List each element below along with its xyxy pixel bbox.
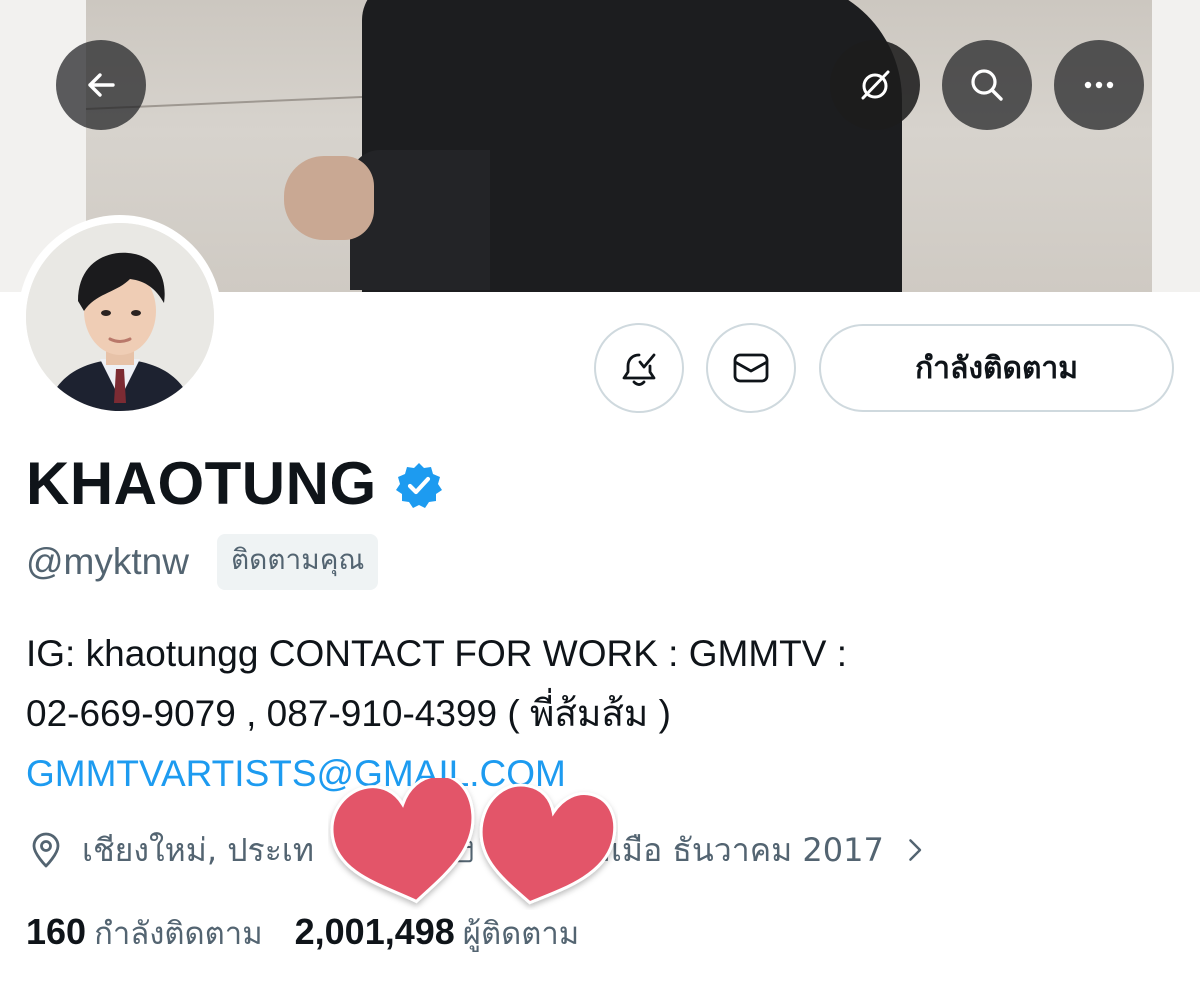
- name-row: KHAOTUNG: [26, 448, 443, 520]
- avatar-portrait: [26, 223, 214, 411]
- display-name: KHAOTUNG: [26, 450, 377, 517]
- grok-button[interactable]: [830, 40, 920, 130]
- location-text: เชียงใหม่, ประเท: [82, 830, 314, 869]
- followers-stat[interactable]: 2,001,498 ผู้ติดตาม: [295, 908, 580, 958]
- followers-count: 2,001,498: [294, 911, 455, 952]
- arrow-left-icon: [88, 73, 115, 97]
- following-count: 160: [26, 911, 87, 952]
- avatar[interactable]: [26, 223, 214, 411]
- bio-line-1: IG: khaotungg CONTACT FOR WORK : GMMTV :: [26, 633, 847, 674]
- bio-line-2: 02-669-9079 , 087-910-4399 ( พี่ส้มส้ม ): [26, 693, 671, 734]
- following-label: กำลังติดตาม: [94, 916, 263, 952]
- back-button[interactable]: [56, 40, 146, 130]
- grok-slash-circle-icon: [861, 70, 890, 100]
- search-button[interactable]: [942, 40, 1032, 130]
- follows-you-badge: ติดตามคุณ: [216, 534, 379, 590]
- banner-frame-right: [1152, 0, 1200, 292]
- stats-row: 160 กำลังติดตาม 2,001,498 ผู้ติดตาม: [26, 908, 579, 958]
- message-button[interactable]: [706, 323, 796, 413]
- heart-stickers-icon: [330, 778, 617, 905]
- notifications-button[interactable]: [594, 323, 684, 413]
- joined-date: วมเมือ ธันวาคม 2017: [571, 830, 884, 869]
- bio: IG: khaotungg CONTACT FOR WORK : GMMTV :…: [26, 624, 1176, 804]
- more-horizontal-icon: [1084, 81, 1114, 89]
- handle: @myktnw: [26, 541, 189, 582]
- following-stat[interactable]: 160 กำลังติดตาม: [26, 908, 263, 958]
- more-button[interactable]: [1054, 40, 1144, 130]
- handle-row: @myktnw ติดตามคุณ: [26, 534, 379, 590]
- search-icon: [971, 69, 1003, 101]
- followers-label: ผู้ติดตาม: [462, 916, 580, 952]
- location-pin-icon: [32, 832, 60, 868]
- following-button[interactable]: กำลังติดตาม: [819, 324, 1174, 412]
- envelope-icon: [733, 353, 769, 383]
- chevron-right-icon[interactable]: [900, 830, 932, 870]
- bell-check-icon: [622, 353, 656, 386]
- banner-figure-hand: [284, 156, 374, 240]
- verified-badge-icon[interactable]: [395, 461, 443, 509]
